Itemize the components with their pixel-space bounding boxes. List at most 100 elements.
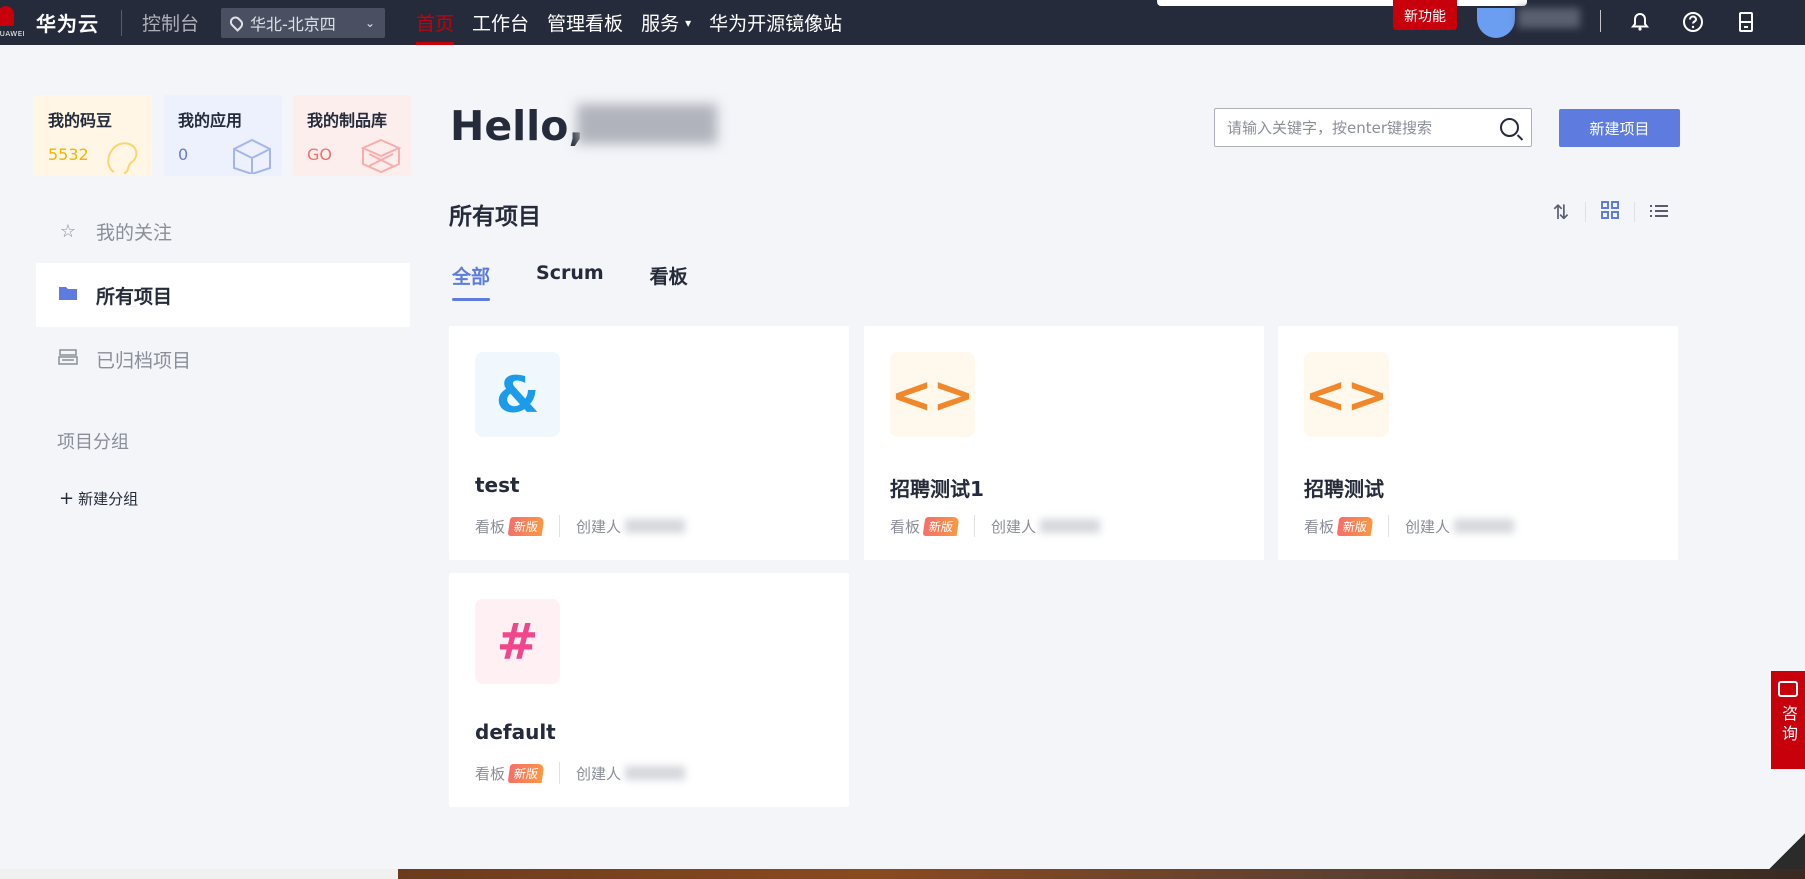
project-group-label: 项目分组 <box>57 432 129 453</box>
creator-label: 创建人 <box>576 517 622 536</box>
project-card-default[interactable]: # default 看板 新版 创建人 <box>449 573 849 807</box>
new-project-button[interactable]: 新建项目 <box>1559 109 1680 147</box>
creator-redacted <box>1454 519 1515 533</box>
stat-title: 我的制品库 <box>307 111 388 130</box>
brand-name[interactable]: 华为云 <box>36 8 99 37</box>
nav-mirror-site[interactable]: 华为开源镜像站 <box>700 0 851 45</box>
bell-icon[interactable] <box>1626 8 1654 36</box>
sort-icon[interactable]: ⇅ <box>1549 200 1573 224</box>
chevron-down-icon: ▾ <box>685 15 692 30</box>
username-redacted[interactable] <box>1518 8 1580 28</box>
sidebar-item-label: 所有项目 <box>96 285 173 308</box>
sidebar-item-all-projects[interactable]: 所有项目 <box>36 263 410 327</box>
project-meta: 看板 新版 创建人 <box>1304 515 1515 537</box>
search-placeholder: 请输入关键字，按enter键搜索 <box>1227 119 1433 137</box>
view-toggle-group: ⇅ <box>1549 200 1671 224</box>
page-corner-fold <box>1769 833 1805 869</box>
tab-kanban[interactable]: 看板 <box>650 262 688 301</box>
section-title: 所有项目 <box>449 204 541 230</box>
divider <box>559 515 561 537</box>
sidebar-item-label: 已归档项目 <box>96 349 192 372</box>
help-icon[interactable] <box>1679 8 1707 36</box>
greeting: Hello, <box>450 102 584 150</box>
user-name-redacted <box>577 104 717 144</box>
stat-title: 我的应用 <box>178 111 243 130</box>
sidebar-item-archived[interactable]: 已归档项目 <box>36 327 410 391</box>
project-name[interactable]: 招聘测试 <box>1304 473 1384 502</box>
new-feature-button[interactable]: 新功能 <box>1393 0 1457 30</box>
console-link[interactable]: 控制台 <box>142 9 199 36</box>
creator-label: 创建人 <box>991 517 1037 536</box>
os-taskbar-edge <box>0 869 1805 879</box>
plus-icon: + <box>59 488 75 509</box>
project-type: 看板 <box>1304 517 1335 536</box>
creator-redacted <box>625 519 686 533</box>
logo-sub-text: HUAWEI <box>0 29 26 38</box>
icon-divider <box>1600 10 1601 32</box>
stat-title: 我的码豆 <box>48 111 113 130</box>
tab-scrum[interactable]: Scrum <box>536 262 604 301</box>
project-name[interactable]: 招聘测试1 <box>890 473 984 502</box>
region-label: 华北-北京四 <box>250 14 336 34</box>
hash-icon: # <box>475 599 560 684</box>
nav-divider <box>121 9 122 36</box>
project-search-input[interactable]: 请输入关键字，按enter键搜索 <box>1214 108 1532 147</box>
project-meta: 看板 新版 创建人 <box>475 762 686 784</box>
divider <box>1634 202 1635 222</box>
stat-card-artifacts[interactable]: 我的制品库 GO <box>293 95 411 176</box>
nav-services[interactable]: 服务 ▾ <box>632 0 700 45</box>
creator-redacted <box>625 766 686 780</box>
project-card-recruit-test-1[interactable]: <> 招聘测试1 看板 新版 创建人 <box>864 326 1264 560</box>
code-icon: <> <box>1304 352 1389 437</box>
cube-icon <box>233 138 271 174</box>
project-card-test[interactable]: & test 看板 新版 创建人 <box>449 326 849 560</box>
project-card-recruit-test[interactable]: <> 招聘测试 看板 新版 创建人 <box>1278 326 1678 560</box>
search-popup-edge <box>1157 0 1527 6</box>
archive-icon <box>58 348 78 370</box>
new-version-badge: 新版 <box>507 763 545 783</box>
star-icon: ☆ <box>59 220 77 242</box>
huawei-logo[interactable]: HUAWEI <box>0 5 25 40</box>
chevron-down-icon: ⌄ <box>364 15 376 30</box>
creator-label: 创建人 <box>576 764 622 783</box>
sidebar-item-following[interactable]: ☆ 我的关注 <box>36 199 410 263</box>
divider <box>1585 202 1586 222</box>
phone-icon[interactable] <box>1732 8 1760 36</box>
folder-icon <box>58 285 78 306</box>
nav-dashboard[interactable]: 管理看板 <box>538 0 632 45</box>
divider <box>1388 515 1390 537</box>
region-selector[interactable]: 华北-北京四 ⌄ <box>221 7 386 38</box>
project-name[interactable]: test <box>475 473 520 497</box>
project-type: 看板 <box>890 517 921 536</box>
sidebar-item-label: 我的关注 <box>96 221 173 244</box>
new-group-label: 新建分组 <box>78 490 139 508</box>
nav-workbench[interactable]: 工作台 <box>463 0 538 45</box>
new-version-badge: 新版 <box>1336 516 1374 536</box>
creator-label: 创建人 <box>1405 517 1451 536</box>
project-meta: 看板 新版 创建人 <box>475 515 686 537</box>
location-pin-icon <box>227 13 246 32</box>
list-view-icon[interactable] <box>1647 200 1671 224</box>
new-version-badge: 新版 <box>922 516 960 536</box>
project-type: 看板 <box>475 517 506 536</box>
nav-home[interactable]: 首页 <box>407 0 463 45</box>
creator-redacted <box>1040 519 1101 533</box>
grid-view-icon[interactable] <box>1598 200 1622 224</box>
new-group-button[interactable]: + 新建分组 <box>59 488 138 509</box>
project-name[interactable]: default <box>475 720 556 744</box>
new-version-badge: 新版 <box>507 516 545 536</box>
stat-card-apps[interactable]: 我的应用 0 <box>164 95 282 176</box>
box-icon <box>360 138 402 174</box>
ampersand-icon: & <box>475 352 560 437</box>
consult-button[interactable]: 咨询 <box>1771 671 1805 769</box>
nav-services-label: 服务 <box>641 13 680 35</box>
code-icon: <> <box>890 352 975 437</box>
tab-all[interactable]: 全部 <box>452 262 491 301</box>
consult-label: 咨询 <box>1779 705 1798 745</box>
search-icon[interactable] <box>1500 118 1519 137</box>
project-meta: 看板 新版 创建人 <box>890 515 1101 537</box>
divider <box>974 515 976 537</box>
project-type-tabs: 全部 Scrum 看板 <box>452 262 734 301</box>
chat-icon <box>1778 681 1798 697</box>
stat-card-codebeans[interactable]: 我的码豆 5532 <box>34 95 152 176</box>
